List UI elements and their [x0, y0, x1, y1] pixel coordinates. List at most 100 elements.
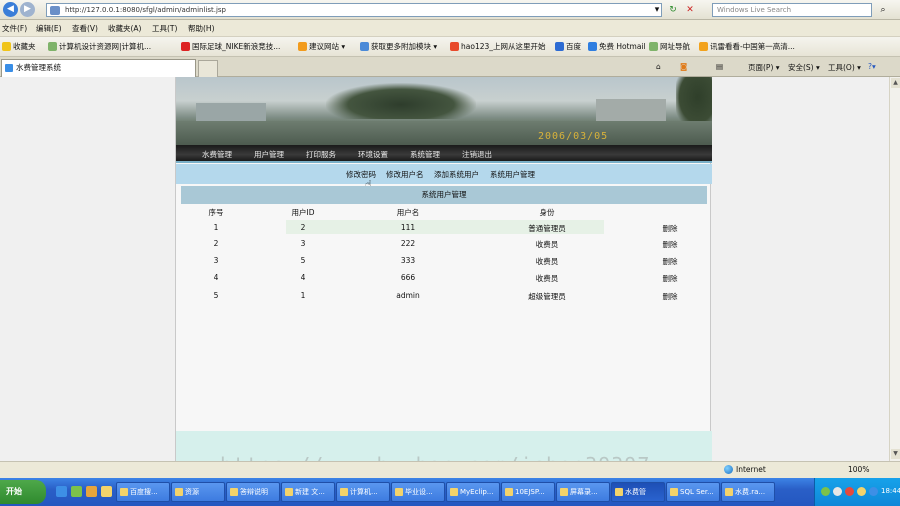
nav-logout[interactable]: 注销退出	[462, 149, 492, 160]
subnav-user-manage[interactable]: 系统用户管理	[490, 169, 535, 180]
refresh-icon[interactable]: ↻	[666, 3, 680, 17]
menu-help[interactable]: 帮助(H)	[188, 23, 215, 34]
nav-settings[interactable]: 环境设置	[358, 149, 388, 160]
favorite-label: 获取更多附加模块 ▾	[371, 42, 438, 51]
star-icon	[2, 42, 11, 51]
delete-link[interactable]: 删除	[663, 223, 678, 234]
nav-system[interactable]: 系统管理	[410, 149, 440, 160]
delete-link[interactable]: 删除	[663, 273, 678, 284]
taskbar-item[interactable]: SQL Ser...	[666, 482, 720, 502]
favorite-link[interactable]: 计算机设计资源网|计算机...	[48, 41, 151, 52]
update-icon[interactable]	[857, 487, 866, 496]
favorites-button[interactable]: 收藏夹	[2, 41, 36, 52]
taskbar-item-label: 新建 文...	[295, 488, 325, 496]
nav-user-manage[interactable]: 用户管理	[254, 149, 284, 160]
dropdown-arrow-icon[interactable]: ▾	[650, 3, 664, 17]
menu-favorites[interactable]: 收藏夹(A)	[108, 23, 141, 34]
taskbar-item-label: 答辩说明	[240, 488, 268, 496]
vertical-scrollbar[interactable]: ▲ ▼	[889, 77, 900, 461]
favorite-label: 百度	[566, 42, 581, 51]
favorite-link[interactable]: 百度	[555, 41, 581, 52]
cell-username: 111	[400, 223, 416, 232]
favorite-label: 国际足球_NIKE新浪竞技...	[192, 42, 281, 51]
subnav-change-username[interactable]: 修改用户名	[386, 169, 424, 180]
favorite-link[interactable]: 获取更多附加模块 ▾	[360, 41, 437, 52]
scroll-up-icon[interactable]: ▲	[891, 78, 900, 88]
favorite-link[interactable]: 免费 Hotmail	[588, 41, 646, 52]
taskbar-item[interactable]: 屏幕录...	[556, 482, 610, 502]
home-icon[interactable]: ⌂	[656, 62, 661, 71]
network-icon[interactable]	[821, 487, 830, 496]
search-input[interactable]: Windows Live Search	[712, 3, 872, 17]
page-menu[interactable]: 页面(P) ▾	[748, 62, 780, 73]
taskbar-item-active[interactable]: 水费管	[611, 482, 665, 502]
taskbar-item[interactable]: MyEclip...	[446, 482, 500, 502]
nav-print[interactable]: 打印服务	[306, 149, 336, 160]
menu-edit[interactable]: 编辑(E)	[36, 23, 62, 34]
media-icon[interactable]	[86, 486, 97, 497]
zoom-level[interactable]: 100%	[848, 465, 869, 474]
menu-file[interactable]: 文件(F)	[2, 23, 27, 34]
volume-icon[interactable]	[833, 487, 842, 496]
favorite-link[interactable]: 建议网站 ▾	[298, 41, 345, 52]
windows-taskbar: 开始 百度搜... 资源 答辩说明 新建 文... 计算机... 毕业设... …	[0, 478, 900, 506]
taskbar-item-label: 10EJSP...	[515, 488, 545, 496]
favorite-link[interactable]: 网址导航	[649, 41, 690, 52]
favorite-label: 网址导航	[660, 42, 690, 51]
cell-seq: 2	[213, 239, 219, 248]
cell-seq: 3	[213, 256, 219, 265]
favorite-link[interactable]: 国际足球_NIKE新浪竞技...	[181, 41, 280, 52]
cell-role: 超级管理员	[528, 292, 566, 301]
subnav-add-user[interactable]: 添加系统用户	[434, 169, 479, 180]
feeds-icon[interactable]: ◙	[680, 62, 687, 71]
taskbar-item[interactable]: 10EJSP...	[501, 482, 555, 502]
address-input[interactable]: http://127.0.0.1:8080/sfgl/admin/adminli…	[46, 3, 662, 17]
tab-water-fee[interactable]: 水费管理系统	[1, 59, 196, 77]
back-button[interactable]: ◀	[3, 2, 18, 17]
banner-lake	[176, 121, 712, 145]
cell-username: 333	[400, 256, 416, 265]
sub-nav: 修改密码 修改用户名 添加系统用户 系统用户管理	[176, 164, 712, 184]
tray-app-icon[interactable]	[869, 487, 878, 496]
delete-link[interactable]: 删除	[663, 239, 678, 250]
desktop-icon[interactable]	[71, 486, 82, 497]
col-uid: 用户ID	[291, 208, 315, 217]
taskbar-item[interactable]: 新建 文...	[281, 482, 335, 502]
taskbar-item-label: 毕业设...	[405, 488, 433, 496]
new-tab-button[interactable]	[198, 60, 218, 77]
print-icon[interactable]: ▤	[716, 62, 723, 71]
nav-water-fee[interactable]: 水费管理	[202, 149, 232, 160]
table-row: 4 4 666 收费员 删除	[181, 270, 707, 286]
forward-button[interactable]: ▶	[20, 2, 35, 17]
delete-link[interactable]: 删除	[663, 256, 678, 267]
window-icon	[450, 488, 458, 496]
favorite-label: hao123_上网从这里开始	[461, 42, 546, 51]
window-icon	[725, 488, 733, 496]
help-icon[interactable]: ?▾	[868, 62, 876, 71]
page-icon	[360, 42, 369, 51]
taskbar-item-label: 百度搜...	[130, 488, 158, 496]
ie-icon[interactable]	[56, 486, 67, 497]
taskbar-item[interactable]: 计算机...	[336, 482, 390, 502]
safety-menu[interactable]: 安全(S) ▾	[788, 62, 820, 73]
search-icon[interactable]: ⌕	[876, 3, 890, 17]
menu-view[interactable]: 查看(V)	[72, 23, 98, 34]
window-icon	[120, 488, 128, 496]
start-button[interactable]: 开始	[0, 480, 46, 504]
favorite-link[interactable]: hao123_上网从这里开始	[450, 41, 546, 52]
taskbar-item[interactable]: 资源	[171, 482, 225, 502]
favorite-link[interactable]: 讯雷看看-中国第一高清...	[699, 41, 795, 52]
taskbar-item[interactable]: 水费.ra...	[721, 482, 775, 502]
security-icon[interactable]	[845, 487, 854, 496]
folder-icon[interactable]	[101, 486, 112, 497]
scroll-down-icon[interactable]: ▼	[891, 449, 900, 459]
clock: 18:44	[881, 487, 900, 495]
menu-tools[interactable]: 工具(T)	[152, 23, 177, 34]
delete-link[interactable]: 删除	[663, 291, 678, 302]
taskbar-item[interactable]: 百度搜...	[116, 482, 170, 502]
taskbar-item[interactable]: 答辩说明	[226, 482, 280, 502]
tools-menu[interactable]: 工具(O) ▾	[828, 62, 861, 73]
favorite-label: 计算机设计资源网|计算机...	[59, 42, 152, 51]
stop-icon[interactable]: ✕	[683, 3, 697, 17]
taskbar-item[interactable]: 毕业设...	[391, 482, 445, 502]
